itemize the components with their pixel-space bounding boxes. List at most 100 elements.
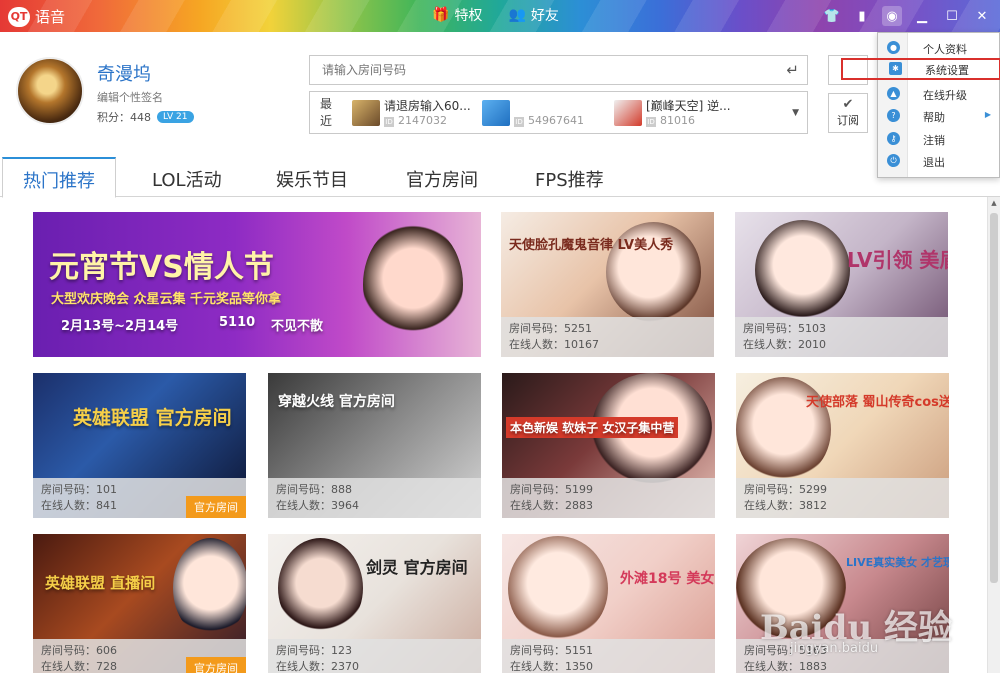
power-icon: ⏻ — [887, 154, 900, 167]
room-number: 房间号码：5199 — [510, 483, 593, 496]
logo-badge: QT — [8, 6, 30, 27]
room-number: 房间号码：5251 — [509, 322, 592, 335]
chevron-right-icon: ▶ — [984, 110, 991, 119]
room-card[interactable]: 外滩18号 美女闹翻天 房间号码：5151 在线人数：1350 — [502, 534, 715, 673]
online-count: 在线人数：3964 — [276, 499, 359, 512]
online-count: 在线人数：10167 — [509, 338, 599, 351]
card-headline: 天使脸孔魔鬼音律 LV美人秀 — [509, 238, 674, 253]
close-button[interactable]: ✕ — [972, 6, 992, 26]
banner-title: 元宵节VS情人节 — [49, 250, 274, 285]
banner-subtitle: 大型欢庆晚会 众星云集 千元奖品等你拿 — [51, 292, 282, 307]
menu-item-upgrade[interactable]: ▲ 在线升级 — [878, 83, 999, 105]
gear-icon: ✱ — [889, 62, 902, 75]
skin-icon[interactable]: 👕 — [822, 6, 842, 26]
room-card[interactable]: 英雄联盟 直播间 房间号码：606 在线人数：728 官方房间 — [33, 534, 246, 673]
card-headline: 剑灵 官方房间 — [366, 558, 468, 577]
chevron-down-icon[interactable]: ▼ — [792, 108, 799, 118]
room-number: 房间号码：101 — [41, 483, 117, 496]
check-icon: ✔ — [842, 97, 854, 112]
room-card[interactable]: 本色新娱 软妹子 女汉子集中营 房间号码：5199 在线人数：2883 — [502, 373, 715, 518]
menu-item-exit[interactable]: ⏻ 退出 — [878, 150, 999, 172]
card-headline: 穿越火线 官方房间 — [278, 394, 395, 410]
points-label: 积分：448 — [97, 111, 151, 124]
official-badge: 官方房间 — [186, 657, 246, 673]
tab-official[interactable]: 官方房间 — [406, 157, 478, 197]
room-number: 房间号码：5299 — [744, 483, 827, 496]
promo-banner[interactable]: 元宵节VS情人节 大型欢庆晚会 众星云集 千元奖品等你拿 2月13号~2月14号… — [33, 212, 481, 357]
friends-button[interactable]: 👥 好友 — [508, 5, 558, 25]
level-badge: LV 21 — [157, 111, 194, 123]
banner-room: 5110 — [219, 315, 256, 330]
online-count: 在线人数：2010 — [743, 338, 826, 351]
app-logo: QT 语音 — [8, 6, 65, 27]
tab-entertainment[interactable]: 娱乐节目 — [276, 157, 348, 197]
room-card[interactable]: LV引领 美眉新风尚 房间号码：5103 在线人数：2010 — [735, 212, 948, 357]
room-card[interactable]: 穿越火线 官方房间 房间号码：888 在线人数：3964 — [268, 373, 481, 518]
room-search-input[interactable] — [310, 56, 750, 84]
nickname[interactable]: 奇漫坞 — [97, 60, 151, 86]
card-headline: LIVE真实美女 才艺现场 — [846, 556, 949, 569]
message-icon[interactable]: ▮ — [852, 6, 872, 26]
scroll-thumb[interactable] — [990, 213, 998, 583]
privilege-button[interactable]: 🎁 特权 — [432, 5, 482, 25]
signature-edit[interactable]: 编辑个性签名 — [97, 89, 163, 105]
online-count: 在线人数：3812 — [744, 499, 827, 512]
help-icon: ? — [887, 109, 900, 122]
card-headline: 英雄联盟 官方房间 — [73, 407, 232, 429]
tab-hot[interactable]: 热门推荐 — [2, 157, 116, 198]
friends-icon: 👥 — [508, 7, 526, 23]
scroll-up-icon[interactable]: ▲ — [988, 197, 1000, 209]
room-number: 房间号码：123 — [276, 644, 352, 657]
room-card[interactable]: 天使部落 蜀山传奇cos送豪礼 房间号码：5299 在线人数：3812 — [736, 373, 949, 518]
online-count: 在线人数：2370 — [276, 660, 359, 673]
online-count: 在线人数：841 — [41, 499, 117, 512]
maximize-button[interactable]: ☐ — [942, 6, 962, 26]
key-icon: ⚷ — [887, 132, 900, 145]
room-thumb — [614, 100, 642, 126]
watermark-sub: jingyan.baidu — [790, 641, 879, 656]
category-tabs: 热门推荐 LOL活动 娱乐节目 官方房间 FPS推荐 — [0, 157, 1000, 198]
online-count: 在线人数：2883 — [510, 499, 593, 512]
menu-item-profile[interactable]: ● 个人资料 — [878, 37, 999, 59]
recent-label: 最近 — [320, 97, 333, 128]
recent-room[interactable]: ID 54967641 — [482, 97, 602, 129]
content-scrollbar[interactable]: ▲ — [987, 197, 1000, 673]
room-card[interactable]: 剑灵 官方房间 房间号码：123 在线人数：2370 — [268, 534, 481, 673]
tab-fps[interactable]: FPS推荐 — [535, 157, 604, 197]
points-row: 积分：448 LV 21 — [97, 109, 194, 125]
card-headline: 外滩18号 美女闹翻天 — [620, 571, 715, 587]
room-thumb — [352, 100, 380, 126]
online-count: 在线人数：1883 — [744, 660, 827, 673]
room-thumb — [482, 100, 510, 126]
card-headline: 英雄联盟 直播间 — [45, 574, 156, 592]
room-number: 房间号码：606 — [41, 644, 117, 657]
menu-item-settings[interactable]: ✱ 系统设置 — [841, 58, 1000, 80]
room-card[interactable]: 天使脸孔魔鬼音律 LV美人秀 房间号码：5251 在线人数：10167 — [501, 212, 714, 357]
enter-icon[interactable]: ↵ — [786, 61, 799, 79]
room-number: 房间号码：5151 — [510, 644, 593, 657]
room-card[interactable]: 英雄联盟 官方房间 房间号码：101 在线人数：841 官方房间 — [33, 373, 246, 518]
room-search: ↵ — [309, 55, 808, 85]
main-menu-icon[interactable]: ◉ — [882, 6, 902, 26]
card-headline: 天使部落 蜀山传奇cos送豪礼 — [806, 395, 949, 410]
tab-lol[interactable]: LOL活动 — [152, 157, 222, 197]
banner-tagline: 不见不散 — [271, 319, 324, 334]
recent-room[interactable]: [巅峰天空] 逆... ID 81016 — [614, 97, 784, 129]
avatar[interactable] — [16, 57, 84, 125]
card-headline: LV引领 美眉新风尚 — [847, 248, 948, 272]
menu-item-logout[interactable]: ⚷ 注销 — [878, 128, 999, 150]
minimize-button[interactable]: ▁ — [912, 6, 932, 26]
recent-rooms: 最近 请退房输入60... ID 2147032 ID 54967641 [巅峰天空… — [309, 91, 808, 134]
recent-room[interactable]: 请退房输入60... ID 2147032 — [352, 97, 502, 129]
user-icon: ● — [887, 41, 900, 54]
banner-date: 2月13号~2月14号 — [61, 319, 179, 334]
online-count: 在线人数：728 — [41, 660, 117, 673]
main-menu: ● 个人资料 ✱ 系统设置 ▲ 在线升级 ? 帮助 ▶ ⚷ 注销 ⏻ 退出 — [841, 32, 1000, 178]
subscribe-button[interactable]: ✔ 订阅 — [828, 93, 868, 133]
host-photo — [363, 222, 463, 347]
upload-icon: ▲ — [887, 87, 900, 100]
official-badge: 官方房间 — [186, 496, 246, 518]
app-title: 语音 — [35, 8, 66, 26]
menu-item-help[interactable]: ? 帮助 ▶ — [878, 105, 999, 127]
room-number: 房间号码：888 — [276, 483, 352, 496]
